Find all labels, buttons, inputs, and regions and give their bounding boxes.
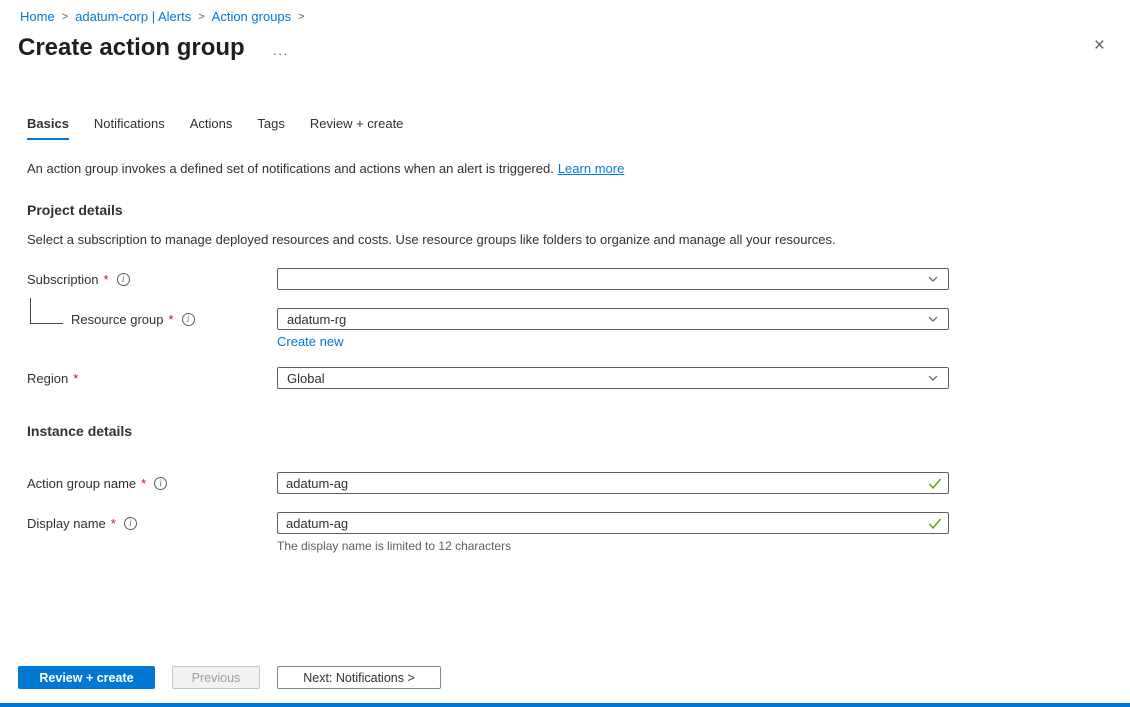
- tab-actions[interactable]: Actions: [190, 116, 233, 140]
- review-create-button[interactable]: Review + create: [18, 666, 155, 689]
- region-row: Region * Global: [27, 367, 1130, 389]
- region-dropdown[interactable]: Global: [277, 367, 949, 389]
- subscription-input-cell: [277, 268, 949, 290]
- bottom-accent-bar: [0, 703, 1130, 707]
- region-input-cell: Global: [277, 367, 949, 389]
- resource-group-label: Resource group * i: [27, 297, 277, 327]
- project-details-form: Subscription * i Resource group * i adat…: [27, 268, 1130, 389]
- display-name-row: Display name * i: [27, 512, 1130, 534]
- learn-more-link[interactable]: Learn more: [558, 161, 624, 176]
- subscription-label-text: Subscription: [27, 271, 99, 287]
- resource-group-dropdown[interactable]: adatum-rg: [277, 308, 949, 330]
- previous-button[interactable]: Previous: [172, 666, 260, 689]
- action-group-name-label: Action group name * i: [27, 476, 277, 491]
- project-details-heading: Project details: [27, 202, 123, 218]
- breadcrumb-chevron-icon: >: [298, 10, 305, 23]
- next-notifications-button[interactable]: Next: Notifications >: [277, 666, 441, 689]
- breadcrumb-alerts-link[interactable]: adatum-corp | Alerts: [75, 9, 191, 24]
- required-asterisk: *: [73, 370, 79, 386]
- info-icon[interactable]: i: [116, 272, 130, 286]
- display-name-helper-text: The display name is limited to 12 charac…: [277, 539, 512, 553]
- required-asterisk: *: [168, 311, 174, 327]
- required-asterisk: *: [103, 271, 109, 287]
- breadcrumb: Home > adatum-corp | Alerts > Action gro…: [0, 0, 1130, 24]
- action-group-name-input-cell: [277, 472, 949, 494]
- titlebar: Create action group ··· ×: [0, 24, 1130, 62]
- breadcrumb-chevron-icon: >: [198, 10, 205, 23]
- action-group-name-label-text: Action group name: [27, 475, 137, 491]
- instance-details-heading: Instance details: [27, 423, 133, 439]
- tree-connector-line: [30, 297, 63, 324]
- display-name-input[interactable]: [277, 512, 949, 534]
- display-name-label: Display name * i: [27, 516, 277, 531]
- subscription-label: Subscription * i: [27, 272, 277, 287]
- subscription-dropdown[interactable]: [277, 268, 949, 290]
- display-name-input-cell: [277, 512, 949, 534]
- info-icon[interactable]: i: [154, 476, 168, 490]
- breadcrumb-action-groups-link[interactable]: Action groups: [212, 9, 292, 24]
- region-label-text: Region: [27, 370, 69, 386]
- chevron-down-icon: [928, 276, 938, 282]
- resource-group-row: Resource group * i adatum-rg: [27, 297, 1130, 330]
- intro-text: An action group invokes a defined set of…: [27, 161, 1130, 176]
- intro-sentence: An action group invokes a defined set of…: [27, 161, 554, 176]
- resource-group-label-text: Resource group: [71, 311, 164, 327]
- breadcrumb-chevron-icon: >: [61, 10, 69, 23]
- project-details-description: Select a subscription to manage deployed…: [27, 232, 836, 247]
- wizard-tabs: Basics Notifications Actions Tags Review…: [27, 116, 1130, 140]
- region-label: Region *: [27, 371, 277, 386]
- tab-notifications[interactable]: Notifications: [94, 116, 165, 140]
- create-new-link[interactable]: Create new: [277, 334, 343, 349]
- wizard-footer: Review + create Previous Next: Notificat…: [18, 666, 441, 689]
- instance-details-form: Action group name * i Display name * i: [27, 472, 1130, 553]
- basics-tab-content: An action group invokes a defined set of…: [0, 161, 1130, 553]
- chevron-down-icon: [928, 375, 938, 381]
- create-new-row: Create new: [277, 334, 1130, 349]
- resource-group-value: adatum-rg: [287, 311, 347, 327]
- close-icon[interactable]: ×: [1094, 36, 1105, 55]
- more-menu-icon[interactable]: ···: [273, 46, 289, 61]
- breadcrumb-home-link[interactable]: Home: [20, 9, 55, 24]
- region-value: Global: [287, 370, 325, 386]
- page-title: Create action group: [18, 34, 245, 61]
- info-icon[interactable]: i: [123, 516, 137, 530]
- required-asterisk: *: [110, 515, 116, 531]
- info-icon[interactable]: i: [181, 312, 195, 326]
- chevron-down-icon: [928, 316, 938, 322]
- action-group-name-row: Action group name * i: [27, 472, 1130, 494]
- required-asterisk: *: [141, 475, 147, 491]
- resource-group-input-cell: adatum-rg: [277, 308, 949, 330]
- display-name-label-text: Display name: [27, 515, 106, 531]
- tab-basics[interactable]: Basics: [27, 116, 69, 140]
- subscription-row: Subscription * i: [27, 268, 1130, 290]
- action-group-name-input[interactable]: [277, 472, 949, 494]
- tab-review-create[interactable]: Review + create: [310, 116, 404, 140]
- tab-tags[interactable]: Tags: [257, 116, 284, 140]
